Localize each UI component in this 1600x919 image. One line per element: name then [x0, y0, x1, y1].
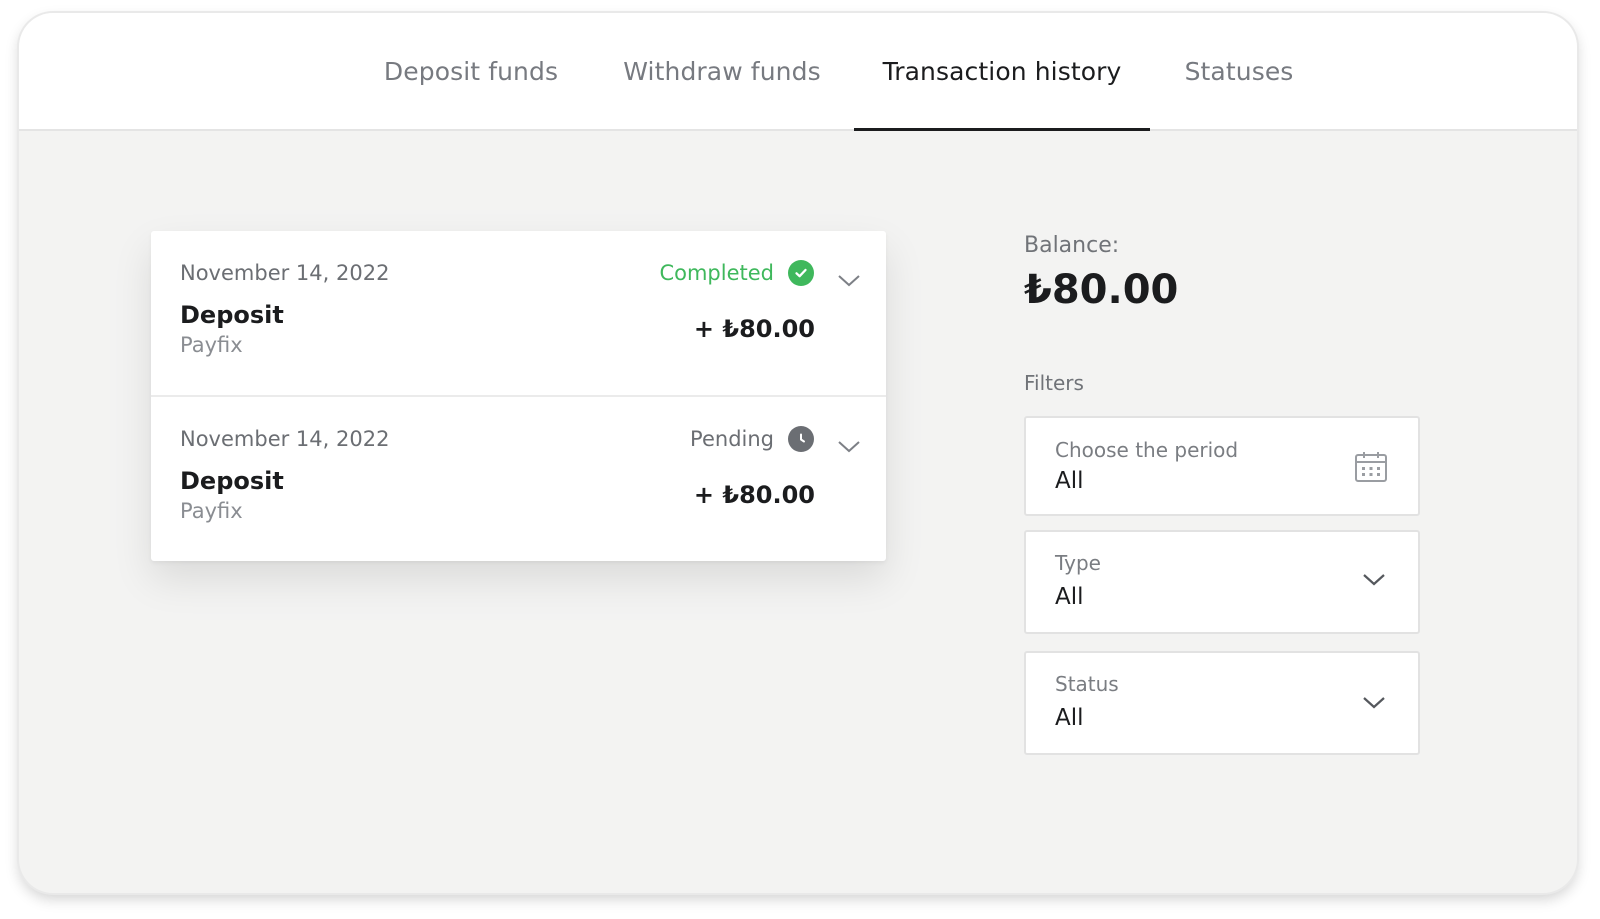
status-filter-value: All — [1055, 705, 1084, 731]
filters-heading: Filters — [1024, 371, 1084, 395]
chevron-down-icon[interactable] — [1360, 570, 1388, 594]
app-window: Deposit funds Withdraw funds Transaction… — [19, 13, 1577, 893]
transaction-status: Completed — [659, 257, 814, 289]
tab-statuses[interactable]: Statuses — [1179, 13, 1299, 129]
calendar-icon[interactable] — [1354, 450, 1388, 488]
period-filter-label: Choose the period — [1055, 438, 1239, 462]
chevron-down-icon[interactable] — [834, 269, 864, 291]
period-filter-value: All — [1055, 468, 1084, 494]
chevron-down-icon[interactable] — [834, 435, 864, 457]
status-filter-label: Status — [1055, 672, 1119, 696]
check-circle-icon — [788, 260, 814, 286]
transaction-amount: + ₺80.00 — [693, 315, 815, 343]
transaction-list: November 14, 2022 Deposit Payfix Complet… — [151, 231, 886, 561]
transaction-row[interactable]: November 14, 2022 Deposit Payfix Pending… — [151, 395, 886, 561]
status-filter[interactable]: Status All — [1024, 651, 1420, 755]
tab-transaction-history[interactable]: Transaction history — [854, 13, 1150, 131]
transaction-type: Deposit — [180, 467, 284, 495]
type-filter[interactable]: Type All — [1024, 530, 1420, 634]
period-filter[interactable]: Choose the period All — [1024, 416, 1420, 516]
status-label: Completed — [659, 261, 774, 285]
transaction-method: Payfix — [180, 499, 243, 523]
transaction-amount: + ₺80.00 — [693, 481, 815, 509]
tab-deposit-funds[interactable]: Deposit funds — [376, 13, 566, 129]
chevron-down-icon[interactable] — [1360, 693, 1388, 717]
status-label: Pending — [690, 427, 774, 451]
type-filter-label: Type — [1055, 551, 1101, 575]
tab-bar: Deposit funds Withdraw funds Transaction… — [19, 13, 1577, 131]
type-filter-value: All — [1055, 584, 1084, 610]
balance-label: Balance: — [1024, 233, 1120, 258]
transaction-status: Pending — [690, 423, 814, 455]
transaction-date: November 14, 2022 — [180, 427, 390, 451]
transaction-date: November 14, 2022 — [180, 261, 390, 285]
balance-value: ₺80.00 — [1024, 267, 1179, 313]
transaction-row[interactable]: November 14, 2022 Deposit Payfix Complet… — [151, 231, 886, 395]
transaction-type: Deposit — [180, 301, 284, 329]
transaction-method: Payfix — [180, 333, 243, 357]
clock-icon — [788, 426, 814, 452]
tab-withdraw-funds[interactable]: Withdraw funds — [617, 13, 827, 129]
